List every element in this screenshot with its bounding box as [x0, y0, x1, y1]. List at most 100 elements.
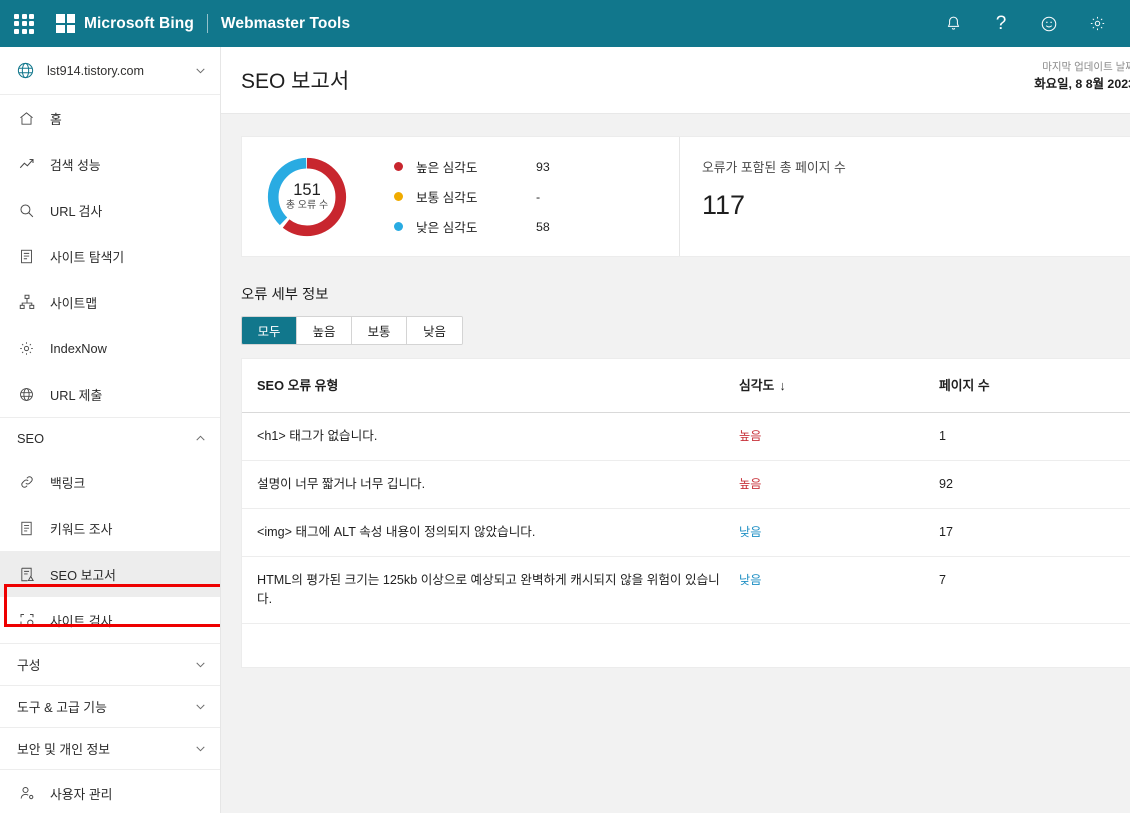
chevron-up-icon[interactable]	[194, 432, 207, 445]
legend-dot-high	[394, 162, 403, 171]
sidebar-item-url-submission[interactable]: URL 제출	[0, 371, 220, 417]
cell-error-type: HTML의 평가된 크기는 125kb 이상으로 예상되고 완벽하게 캐시되지 …	[257, 573, 720, 606]
sidebar-item-user-management[interactable]: 사용자 관리	[0, 770, 220, 813]
column-header-severity[interactable]: 심각도 ↓	[739, 359, 939, 412]
filter-row: 모두 높음 보통 낮음 모두 다운로드	[241, 316, 1130, 345]
sidebar-item-home[interactable]: 홈	[0, 95, 220, 141]
sidebar-item-label: 홈	[50, 111, 62, 127]
sidebar-item-label: 사이트 검사	[50, 613, 113, 629]
table-footer: 4 열	[242, 624, 1130, 667]
cell-severity: 높음	[739, 429, 762, 443]
page-header: SEO 보고서 마지막 업데이트 날짜 화요일, 8 8월 2023	[221, 47, 1130, 114]
sidebar-group-tools[interactable]: 도구 & 고급 기능	[0, 685, 220, 727]
cell-error-type: 설명이 너무 짧거나 너무 깁니다.	[257, 477, 426, 491]
sidebar-group-security-privacy[interactable]: 보안 및 개인 정보	[0, 727, 220, 769]
sidebar-item-label: URL 검사	[50, 203, 103, 219]
search-icon	[17, 201, 36, 220]
user-settings-icon	[17, 784, 36, 803]
notifications-icon[interactable]	[942, 13, 964, 35]
sidebar-item-indexnow[interactable]: IndexNow	[0, 325, 220, 371]
table-row[interactable]: HTML의 평가된 크기는 125kb 이상으로 예상되고 완벽하게 캐시되지 …	[242, 557, 1130, 624]
site-picker[interactable]: lst914.tistory.com	[0, 47, 220, 95]
product-name: Webmaster Tools	[220, 14, 351, 32]
help-icon[interactable]: ?	[990, 13, 1012, 35]
cell-severity: 낮음	[739, 525, 762, 539]
cell-severity: 높음	[739, 477, 762, 491]
filter-high[interactable]: 높음	[297, 317, 352, 344]
sidebar-item-search-performance[interactable]: 검색 성능	[0, 141, 220, 187]
main-content: SEO 보고서 마지막 업데이트 날짜 화요일, 8 8월 2023 151 총…	[221, 47, 1130, 813]
sidebar-item-keyword-research[interactable]: 키워드 조사	[0, 505, 220, 551]
cell-page-count: 17	[939, 525, 954, 539]
sidebar-item-site-explorer[interactable]: 사이트 탐색기	[0, 233, 220, 279]
last-updated: 마지막 업데이트 날짜 화요일, 8 8월 2023	[1034, 59, 1130, 93]
chevron-down-icon[interactable]	[194, 742, 207, 755]
suite-bar: Microsoft Bing Webmaster Tools ?	[0, 0, 1130, 47]
cell-page-count: 7	[939, 573, 947, 587]
cell-error-type: <h1> 태그가 없습니다.	[257, 429, 378, 443]
total-errors-value: 151	[293, 181, 321, 199]
content-area: 151 총 오류 수 높은 심각도 93 보통 심각도 - 낮은 심각도 58 …	[221, 114, 1130, 668]
chevron-down-icon[interactable]	[194, 658, 207, 671]
sidebar-group-label: 보안 및 개인 정보	[17, 742, 111, 757]
column-header-severity-label: 심각도	[739, 378, 775, 393]
legend-label-low: 낮은 심각도	[416, 221, 478, 235]
sidebar-item-backlinks[interactable]: 백링크	[0, 459, 220, 505]
legend-item-medium: 보통 심각도 -	[394, 182, 576, 212]
table-row[interactable]: <h1> 태그가 없습니다. 높음 1	[242, 413, 1130, 461]
feedback-icon[interactable]	[1038, 13, 1060, 35]
sidebar-item-label: URL 제출	[50, 387, 103, 403]
report-icon	[17, 565, 36, 584]
sidebar-item-seo-report[interactable]: SEO 보고서	[0, 551, 220, 597]
sidebar-item-site-scan[interactable]: 사이트 검사	[0, 597, 220, 643]
sidebar-item-label: 검색 성능	[50, 157, 101, 173]
donut-center-label: 151 총 오류 수	[264, 154, 350, 240]
table-row[interactable]: 설명이 너무 짧거나 너무 깁니다. 높음 92	[242, 461, 1130, 509]
globe-icon	[16, 61, 35, 80]
cell-severity: 낮음	[739, 573, 762, 587]
sidebar-group-label: 도구 & 고급 기능	[17, 700, 107, 715]
legend-value-low: 58	[536, 219, 550, 234]
filter-medium[interactable]: 보통	[352, 317, 407, 344]
sidebar-item-label: 키워드 조사	[50, 521, 113, 537]
sidebar-item-url-inspection[interactable]: URL 검사	[0, 187, 220, 233]
sitemap-icon	[17, 293, 36, 312]
bing-logo[interactable]: Microsoft Bing	[56, 14, 194, 33]
sidebar-item-sitemap[interactable]: 사이트맵	[0, 279, 220, 325]
chevron-down-icon[interactable]	[194, 700, 207, 713]
sidebar-item-label: SEO 보고서	[50, 567, 116, 583]
severity-breakdown: 151 총 오류 수 높은 심각도 93 보통 심각도 - 낮은 심각도 58	[242, 137, 680, 256]
app-shell: lst914.tistory.com 홈 검색 성능 URL 검사 사이트 탐색…	[0, 47, 1130, 813]
filter-all[interactable]: 모두	[242, 317, 297, 344]
table-row[interactable]: <img> 태그에 ALT 속성 내용이 정의되지 않았습니다. 낮음 17	[242, 509, 1130, 557]
app-launcher-icon[interactable]	[14, 13, 34, 34]
cell-error-type: <img> 태그에 ALT 속성 내용이 정의되지 않았습니다.	[257, 525, 536, 539]
last-updated-date: 화요일, 8 8월 2023	[1034, 77, 1130, 91]
pages-with-errors-value: 117	[702, 190, 746, 220]
legend-label-high: 높은 심각도	[416, 161, 478, 175]
filter-low[interactable]: 낮음	[407, 317, 462, 344]
table-header-row: SEO 오류 유형 심각도 ↓ 페이지 수	[242, 359, 1130, 413]
sidebar-group-configuration[interactable]: 구성	[0, 643, 220, 685]
settings-icon[interactable]	[1086, 13, 1108, 35]
page-title: SEO 보고서	[241, 70, 350, 93]
sidebar-group-label: SEO	[17, 431, 45, 446]
chevron-down-icon[interactable]	[194, 64, 207, 77]
sidebar-item-label: 백링크	[50, 475, 86, 491]
pages-with-errors-card: 오류가 포함된 총 페이지 수 117	[680, 137, 1130, 256]
legend-item-low: 낮은 심각도 58	[394, 212, 576, 242]
column-header-page-count[interactable]: 페이지 수	[939, 359, 1130, 412]
legend-value-high: 93	[536, 159, 550, 174]
sidebar-item-label: 사이트 탐색기	[50, 249, 125, 265]
cell-page-count: 92	[939, 477, 954, 491]
gear-icon	[17, 339, 36, 358]
column-header-error-type[interactable]: SEO 오류 유형	[242, 359, 739, 412]
legend-label-medium: 보통 심각도	[416, 191, 478, 205]
sidebar-group-seo[interactable]: SEO	[0, 417, 220, 459]
severity-donut-chart: 151 총 오류 수	[264, 154, 350, 240]
sidebar-group-label: 구성	[17, 658, 41, 673]
legend-dot-low	[394, 222, 403, 231]
suite-actions: ?	[942, 13, 1114, 35]
help-glyph: ?	[995, 13, 1007, 34]
last-updated-label: 마지막 업데이트 날짜	[1042, 61, 1130, 73]
